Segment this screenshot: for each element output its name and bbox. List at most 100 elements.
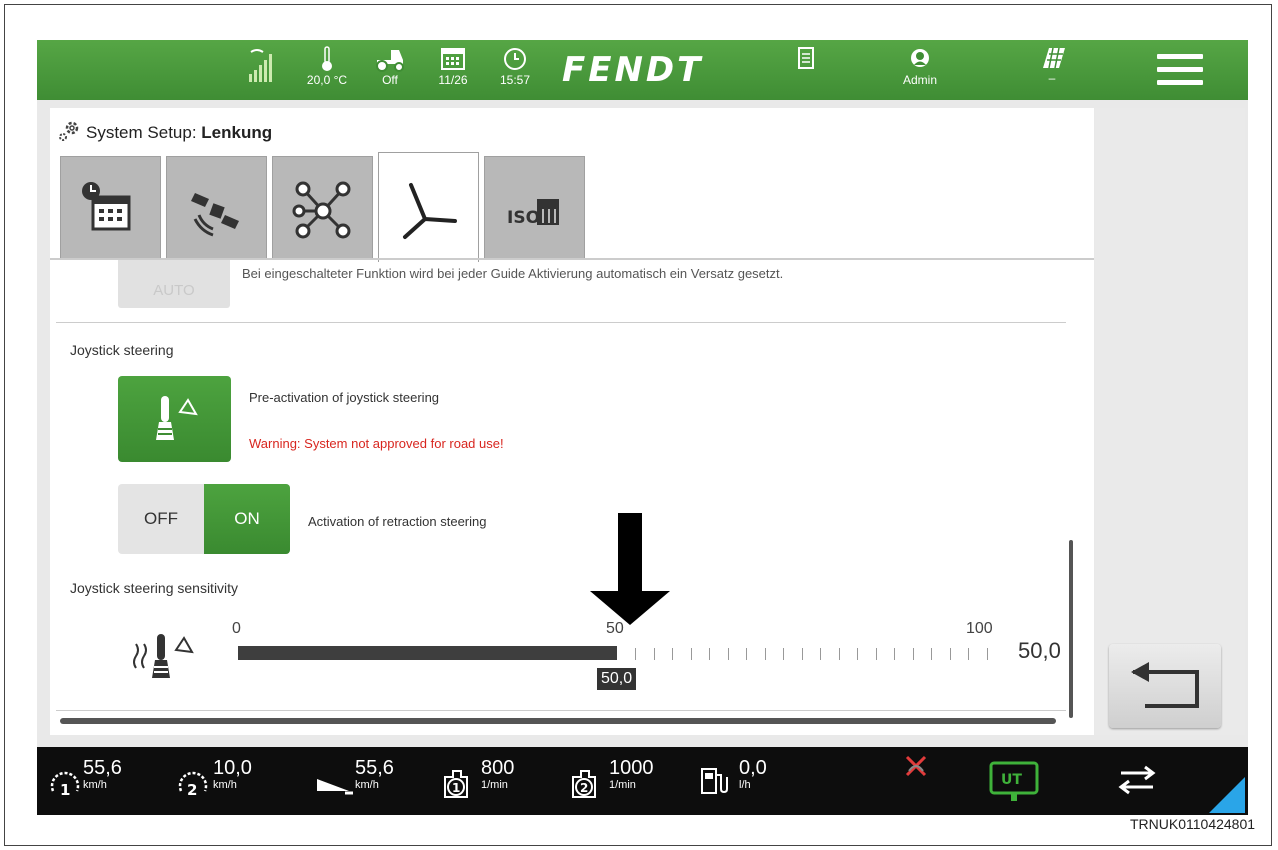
slider-tick <box>746 648 747 660</box>
toggle-on-option[interactable]: ON <box>204 484 290 554</box>
engine-rpm-2-icon: 2 <box>572 770 596 798</box>
toggle-off-option[interactable]: OFF <box>118 484 204 554</box>
tractor-status: Off <box>370 46 410 87</box>
vertical-scrollbar[interactable] <box>1069 540 1073 718</box>
slider-fill <box>238 646 617 660</box>
fuel-value: 0,0 <box>739 757 767 779</box>
terminal-screen: 20,0 °C Off 11/26 15:57 FENDT Admin – Sy… <box>37 40 1248 815</box>
slider-tick <box>820 648 821 660</box>
slider-tick <box>635 648 636 660</box>
right-side-panel <box>1095 108 1245 735</box>
horizontal-scrollbar[interactable] <box>60 718 1056 724</box>
slider-tick <box>950 648 951 660</box>
svg-text:1: 1 <box>452 781 460 795</box>
main-panel: System Setup: Lenkung ISO AUTO Bei einge… <box>50 108 1094 735</box>
tab-steering[interactable] <box>378 152 479 262</box>
speedometer-1-icon: 1 <box>50 771 80 799</box>
calendar-icon <box>441 48 465 70</box>
speed1-unit: km/h <box>83 779 107 791</box>
rpm1-value: 800 <box>481 757 515 779</box>
field-icon <box>1043 47 1065 69</box>
ut-label: UT <box>1001 772 1022 788</box>
preactivation-label: Pre-activation of joystick steering <box>249 390 440 405</box>
signal-icon <box>249 49 272 82</box>
slider-min-label: 0 <box>232 620 241 637</box>
sensitivity-slider[interactable] <box>238 646 996 660</box>
user-button[interactable]: Admin <box>895 46 945 87</box>
time-status: 15:57 <box>495 46 535 87</box>
joystick-icon <box>156 396 198 440</box>
corner-indicator <box>1209 777 1245 813</box>
slider-tick <box>728 648 729 660</box>
auto-offset-description: Bei eingeschalteter Funktion wird bei je… <box>242 266 784 281</box>
section-divider-bottom <box>56 710 1066 711</box>
title-prefix: System Setup: <box>86 123 202 142</box>
switch-view-button[interactable] <box>1115 763 1159 802</box>
calendar-clock-icon <box>82 182 131 231</box>
tractor-icon <box>376 50 404 72</box>
implement-status[interactable] <box>903 753 929 784</box>
rpm2-value: 1000 <box>609 757 654 779</box>
network-icon <box>292 181 351 239</box>
title-section: Lenkung <box>201 123 273 142</box>
slider-tick <box>654 648 655 660</box>
speed2-unit: km/h <box>213 779 237 791</box>
joystick-sensitivity-icon <box>133 634 194 678</box>
swap-arrows-icon <box>1118 765 1156 795</box>
joystick-section-label: Joystick steering <box>70 342 174 358</box>
page-title: System Setup: Lenkung <box>58 118 272 143</box>
brand-logo: FENDT <box>562 50 704 90</box>
ground-speed-icon <box>317 779 353 795</box>
section-divider <box>56 322 1066 323</box>
slider-tick <box>894 648 895 660</box>
isobus-icon: ISO <box>507 199 559 228</box>
field-value: – <box>1048 71 1056 85</box>
settings-scroll-area[interactable]: AUTO Bei eingeschalteter Funktion wird b… <box>50 260 1080 730</box>
retraction-steering-toggle[interactable]: OFF ON <box>118 484 290 554</box>
tab-network[interactable] <box>272 156 373 260</box>
date-status: 11/26 <box>433 46 473 87</box>
slider-tick <box>857 648 858 660</box>
slider-current-badge[interactable]: 50,0 <box>597 668 637 690</box>
hamburger-menu-button[interactable] <box>1157 54 1203 93</box>
slider-max-label: 100 <box>966 620 993 637</box>
rpm2-unit: 1/min <box>609 779 636 791</box>
engine-rpm-1-icon: 1 <box>444 770 468 798</box>
slider-tick <box>783 648 784 660</box>
field-button[interactable]: – <box>1037 46 1067 85</box>
return-arrow-icon <box>1131 662 1199 708</box>
slider-value: 50,0 <box>1018 638 1061 663</box>
svg-text:1: 1 <box>60 781 70 799</box>
date-value: 11/26 <box>438 73 468 87</box>
tab-time-date[interactable] <box>60 156 161 260</box>
auto-offset-button[interactable]: AUTO <box>118 260 230 308</box>
steering-icon <box>403 183 457 239</box>
bottom-status-bar: 1 55,6 km/h 2 10,0 km/h 55,6 km/h 1 800 … <box>37 747 1248 815</box>
universal-terminal-icon: UT <box>989 761 1039 801</box>
svg-text:2: 2 <box>187 781 197 799</box>
temperature-value: 20,0 °C <box>306 73 348 87</box>
thermometer-icon <box>322 46 332 71</box>
slider-tick <box>987 648 988 660</box>
reference-code: TRNUK0110424801 <box>1130 816 1256 832</box>
signal-status <box>245 46 275 84</box>
sensitivity-section-label: Joystick steering sensitivity <box>70 580 239 596</box>
speed1-value: 55,6 <box>83 757 122 779</box>
time-value: 15:57 <box>499 73 531 87</box>
slider-tick <box>968 648 969 660</box>
ut-button[interactable]: UT <box>989 761 1039 808</box>
speed2-value: 10,0 <box>213 757 252 779</box>
road-use-warning: Warning: System not approved for road us… <box>249 436 504 451</box>
tab-isobus[interactable]: ISO <box>484 156 585 260</box>
joystick-preactivation-button[interactable] <box>118 376 231 462</box>
document-button[interactable] <box>797 46 815 70</box>
slider-tick <box>672 648 673 660</box>
rpm1-unit: 1/min <box>481 779 508 791</box>
back-button[interactable] <box>1109 644 1221 728</box>
fuel-unit: l/h <box>739 779 751 791</box>
speedometer-2-icon: 2 <box>178 771 208 799</box>
down-arrow-icon <box>590 513 670 625</box>
tab-gps[interactable] <box>166 156 267 260</box>
slider-tick <box>913 648 914 660</box>
top-status-bar: 20,0 °C Off 11/26 15:57 FENDT Admin – <box>37 40 1248 100</box>
